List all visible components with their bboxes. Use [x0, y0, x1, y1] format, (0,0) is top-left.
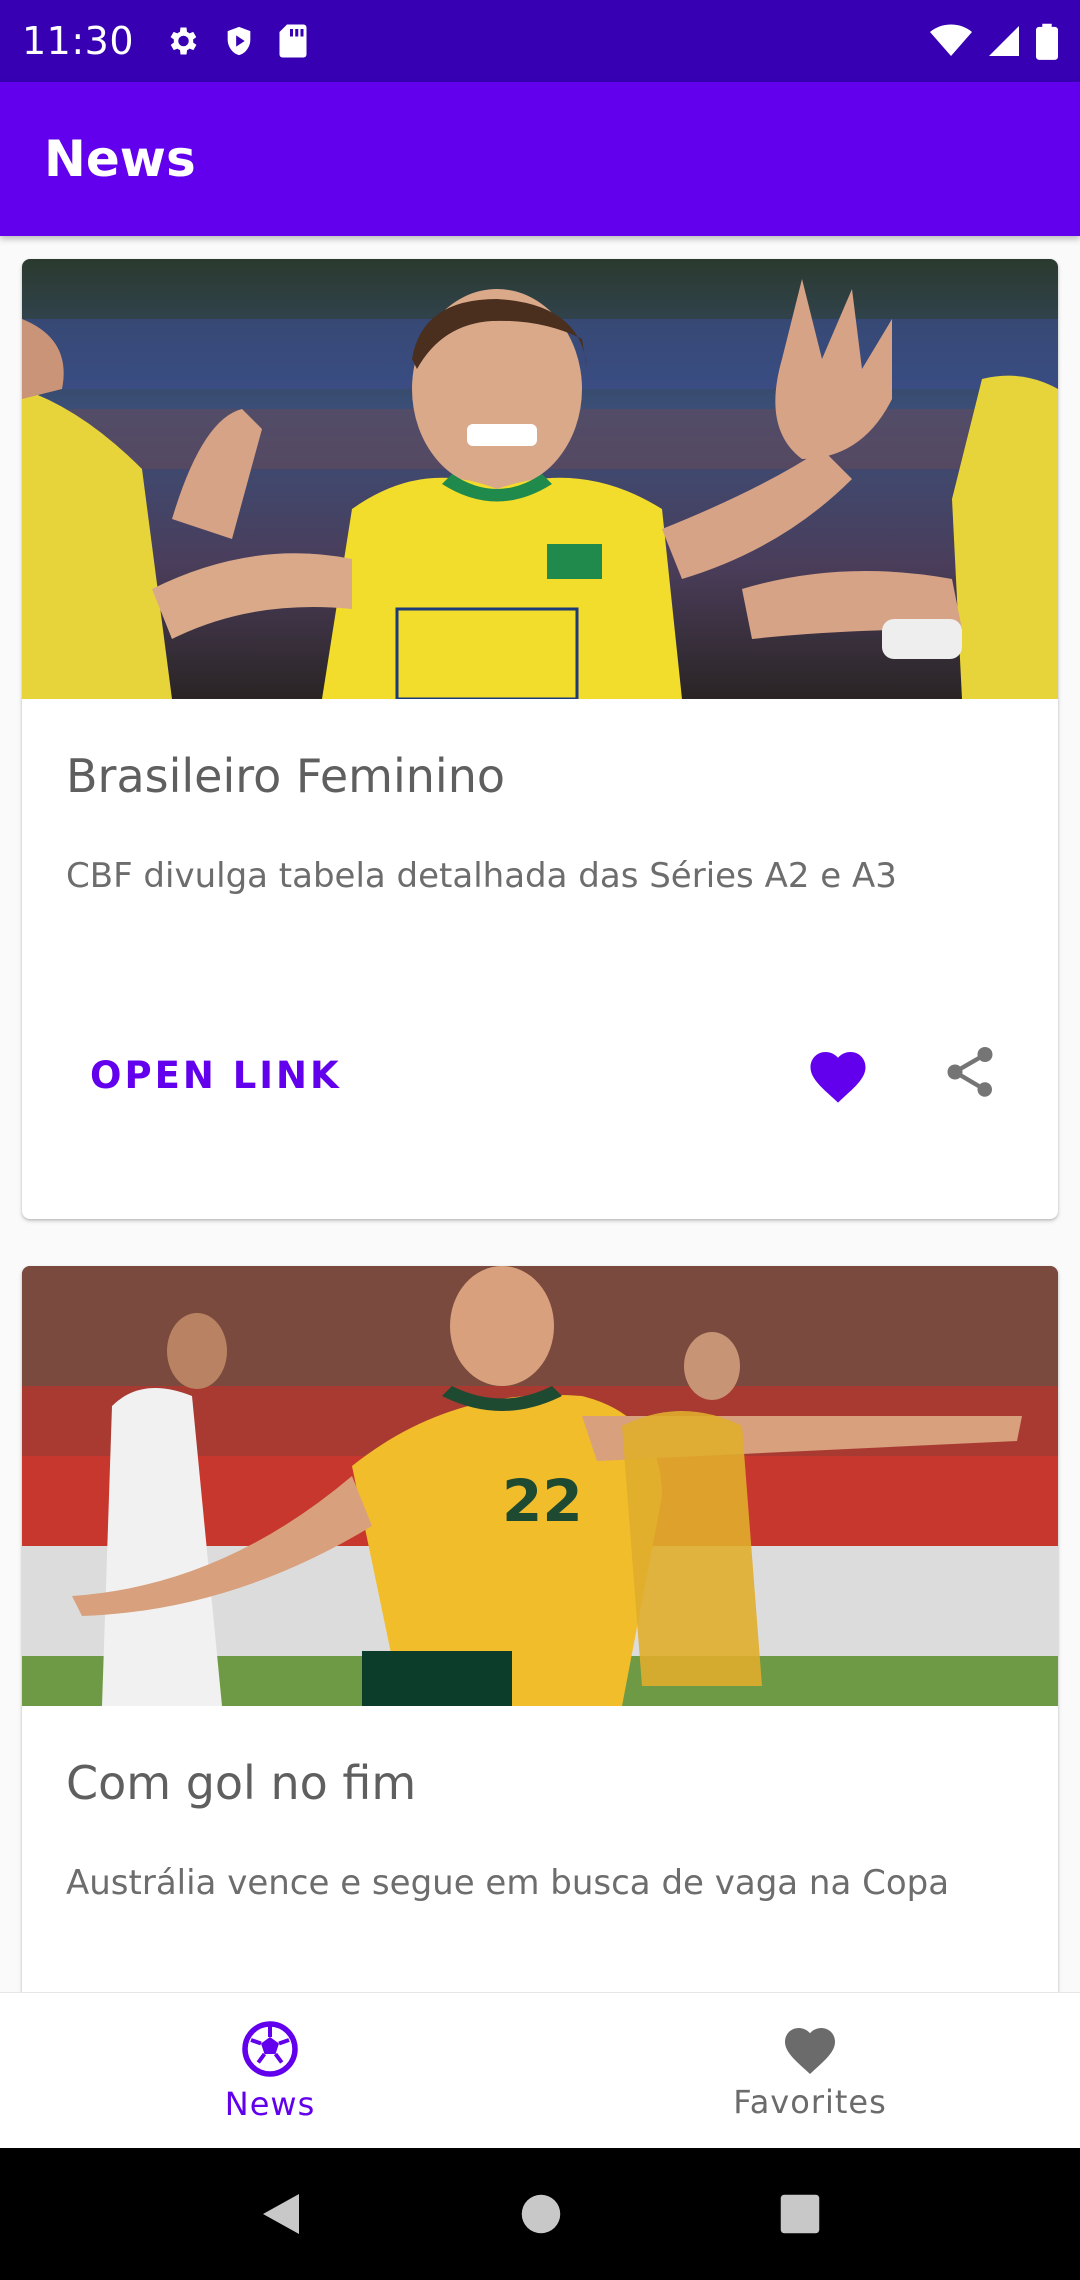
- soccer-player-photo: 22: [22, 1266, 1058, 1706]
- card-title: Com gol no fim: [66, 1756, 417, 1810]
- wifi-icon: [930, 23, 972, 59]
- status-time: 11:30: [22, 19, 135, 63]
- volleyball-player-photo: [22, 259, 1058, 699]
- back-icon[interactable]: [259, 2190, 303, 2238]
- gear-icon: [164, 23, 200, 59]
- bottom-navigation: News Favorites: [0, 1992, 1080, 2148]
- status-icons-left: [164, 23, 308, 59]
- battery-icon: [1036, 22, 1058, 60]
- nav-label: News: [224, 2085, 316, 2123]
- signal-icon: [986, 23, 1022, 59]
- status-bar: 11:30: [0, 0, 1080, 82]
- nav-item-favorites[interactable]: Favorites: [540, 1993, 1080, 2148]
- share-icon: [947, 1047, 993, 1097]
- share-button[interactable]: [940, 1041, 1000, 1103]
- recents-icon[interactable]: [779, 2193, 821, 2235]
- svg-text:22: 22: [502, 1467, 583, 1535]
- app-title: News: [44, 130, 196, 188]
- home-icon[interactable]: [520, 2193, 562, 2235]
- nav-item-news[interactable]: News: [0, 1993, 540, 2148]
- news-card: 22 Com gol no fim Austrália vence e segu…: [22, 1266, 1058, 1992]
- card-title: Brasileiro Feminino: [66, 749, 505, 803]
- favorite-button[interactable]: [805, 1043, 871, 1105]
- status-icons-right: [930, 22, 1058, 60]
- heart-icon: [810, 1052, 866, 1103]
- nav-label: Favorites: [733, 2083, 887, 2121]
- heart-icon: [785, 2028, 835, 2074]
- sd-card-icon: [278, 23, 308, 59]
- card-description: CBF divulga tabela detalhada das Séries …: [66, 856, 897, 896]
- app-bar: News: [0, 82, 1080, 236]
- soccer-ball-icon: [242, 2021, 298, 2077]
- open-link-button[interactable]: OPEN LINK: [90, 1054, 342, 1097]
- news-card: Brasileiro Feminino CBF divulga tabela d…: [22, 259, 1058, 1219]
- shield-play-icon: [222, 23, 256, 59]
- news-feed[interactable]: Brasileiro Feminino CBF divulga tabela d…: [0, 236, 1080, 1992]
- system-navigation-bar: [0, 2148, 1080, 2280]
- card-description: Austrália vence e segue em busca de vaga…: [66, 1863, 950, 1903]
